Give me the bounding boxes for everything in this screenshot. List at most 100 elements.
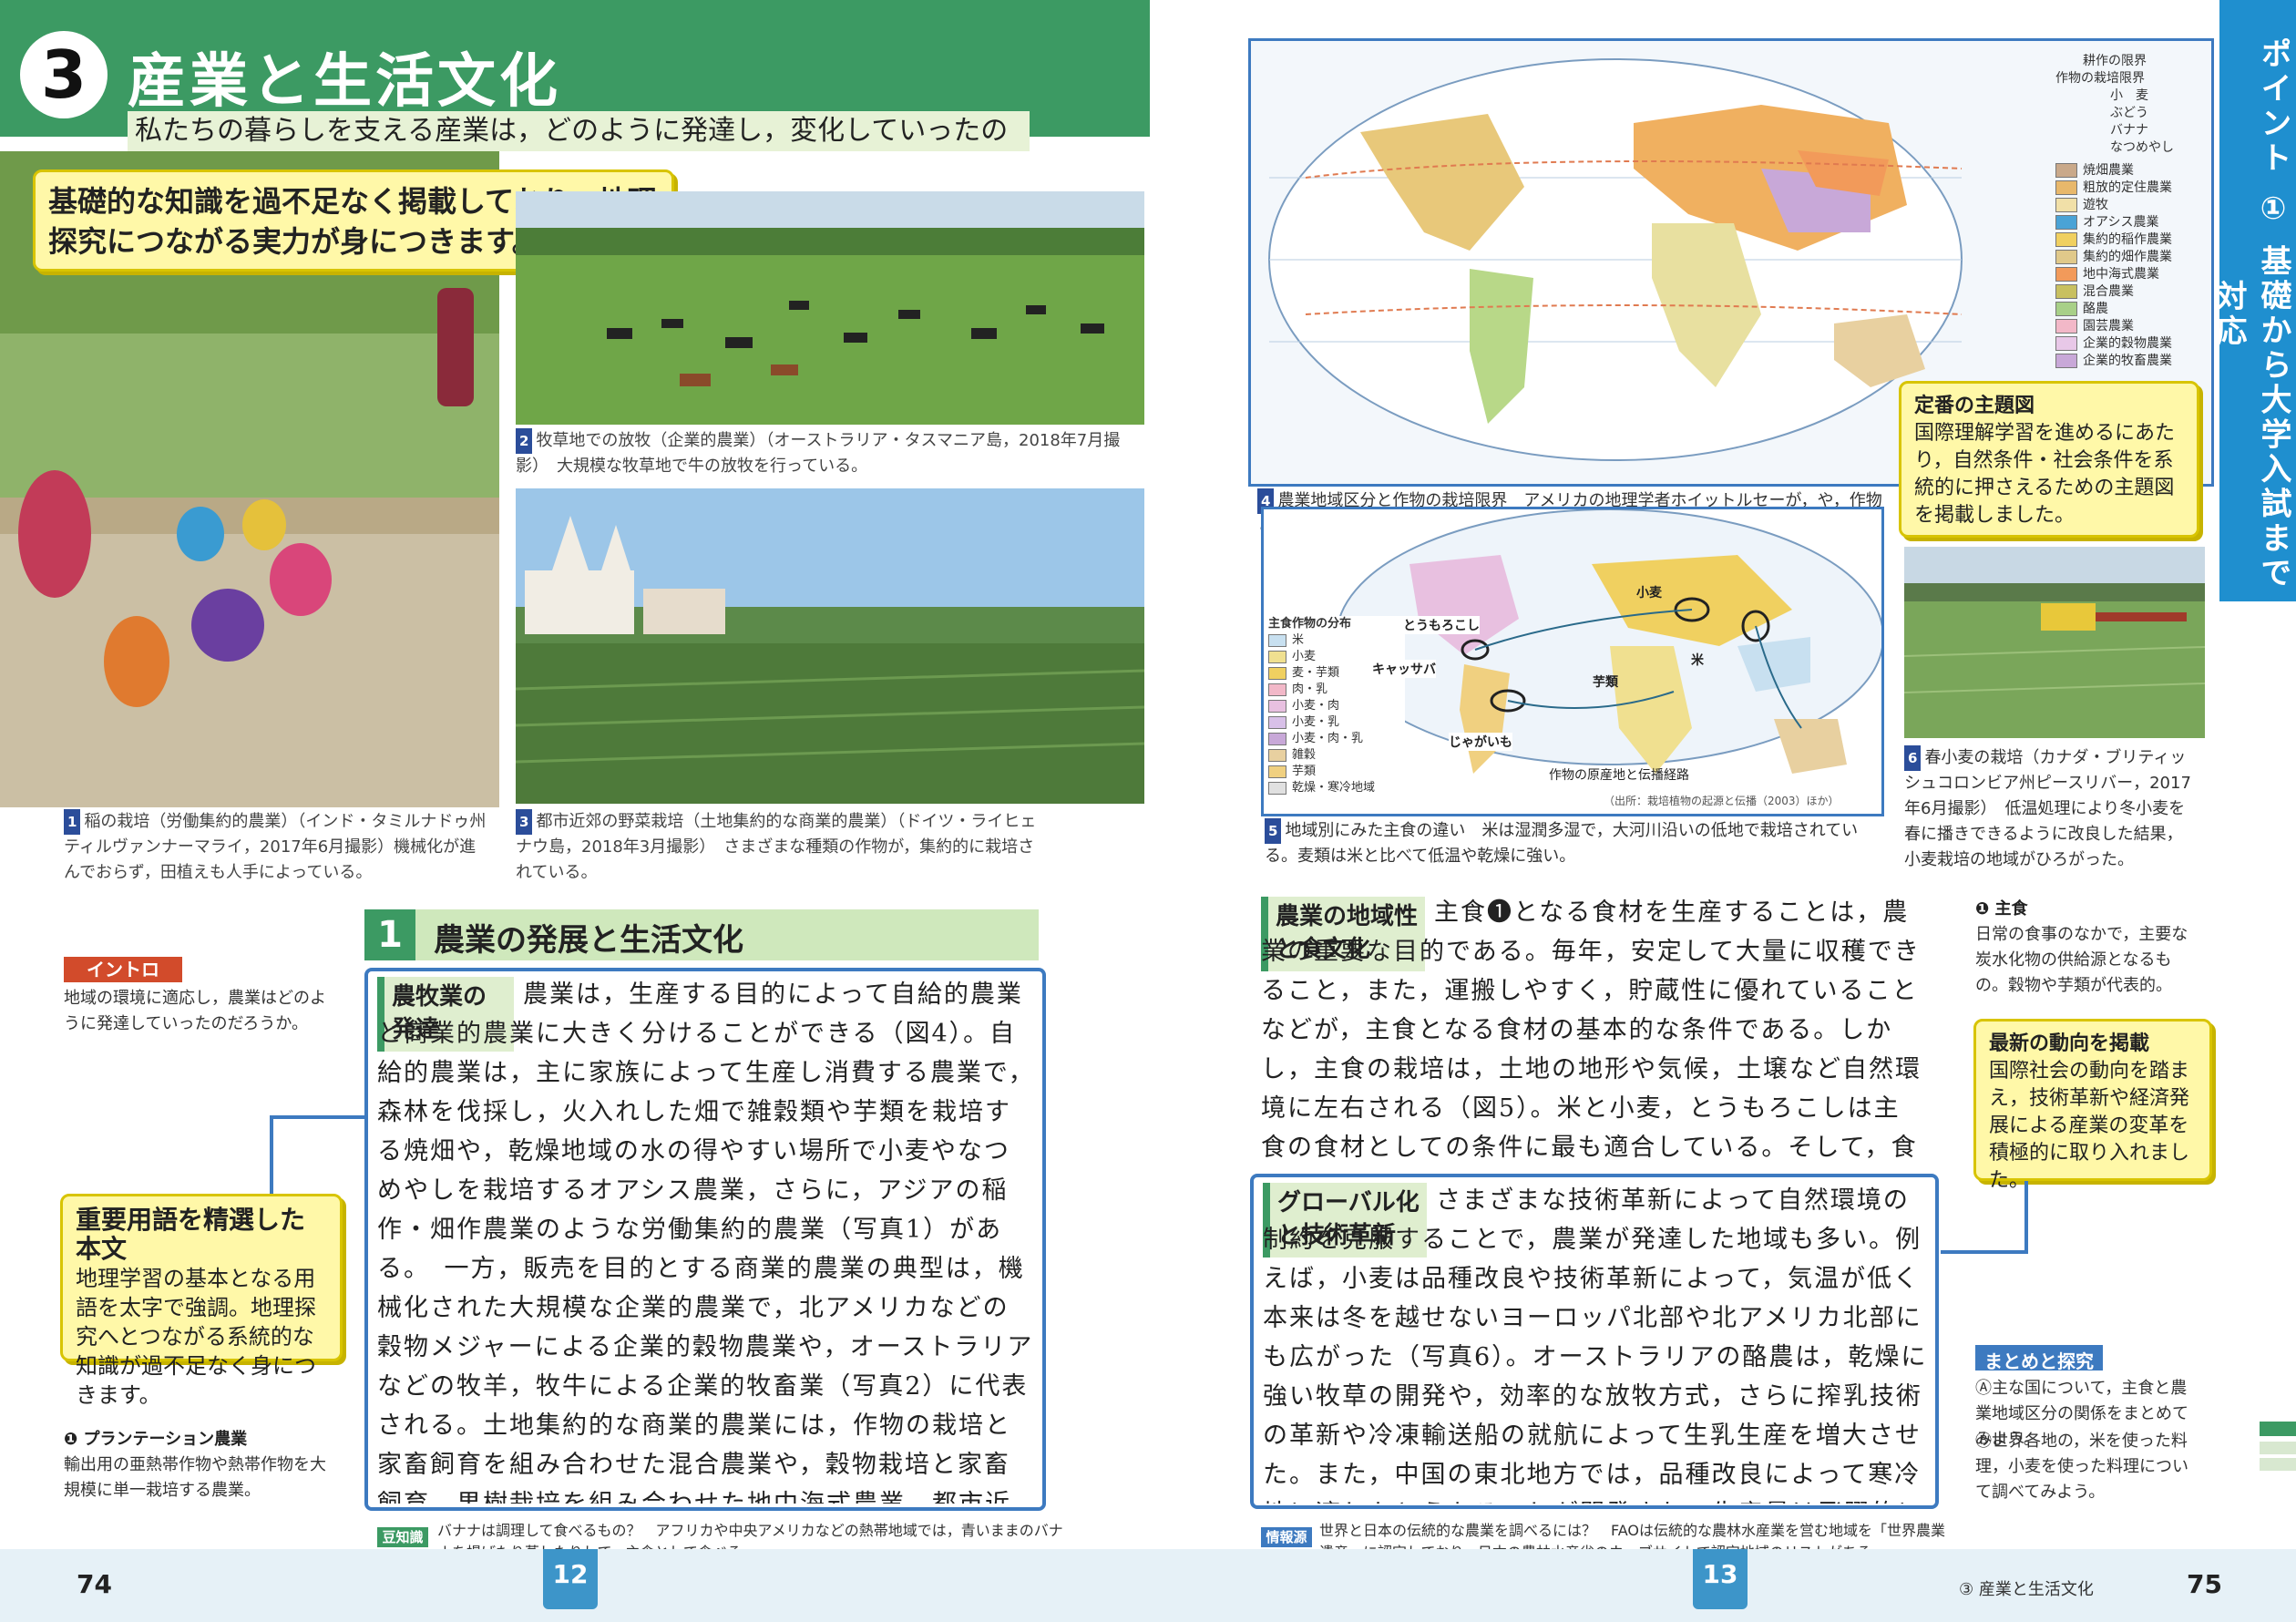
map2-legend-item: 雑穀	[1268, 747, 1405, 764]
caption-photo-1-text: 稲の栽培（労働集約的農業）（インド・タミルナドゥ州ティルヴァンナーマライ，201…	[64, 812, 487, 882]
map1-legend-items: 焼畑農業 粗放的定住農業 遊牧 オアシス農業 集約的稲作農業 集約的畑作農業 地中海式農業混…	[2055, 162, 2210, 370]
legend-swatch	[1268, 765, 1286, 778]
legend-swatch	[2055, 180, 2077, 195]
footer-chapter-title: ③ 産業と生活文化	[1959, 1580, 2094, 1599]
map1-legend-item: オアシス農業	[2055, 214, 2210, 231]
map1-legend-item: 混合農業	[2055, 283, 2210, 301]
legend-swatch	[1268, 633, 1286, 647]
map2-legend: 主食作物の分布 米小麦 麦・芋類 肉・乳 小麦・肉 小麦・乳 小麦・肉・乳 雑穀 芋類 乾燥・寒…	[1268, 616, 1405, 807]
legend-swatch	[1268, 715, 1286, 729]
connector-line	[1941, 1250, 2028, 1254]
note-plantation-title: ❶ プランテーション農業	[64, 1430, 248, 1449]
legend-swatch	[2055, 267, 2077, 282]
matome-a: Ⓐ主な国について，主食と農業地域区分の関係をまとめてみよう。	[1975, 1379, 2188, 1449]
matome-label: まとめと探究	[1975, 1345, 2103, 1372]
map2-legend-item: 米	[1268, 632, 1405, 649]
map2-label-taro-africa: 芋類	[1593, 675, 1618, 690]
legend-swatch	[1268, 666, 1286, 680]
map2-legend-title: 主食作物の分布	[1268, 617, 1352, 631]
map1-legend-line-4: なつめやし	[2110, 140, 2174, 155]
side-index-tab	[2260, 1458, 2296, 1471]
chapter-question: 私たちの暮らしを支える産業は，どのように発達し，変化していったのだろうか？	[128, 111, 1030, 187]
caption-photo-6-text: 春小麦の栽培（カナダ・ブリティッシュコロンビア州ピースリバー，2017年6月撮影…	[1904, 748, 2191, 869]
map-5-badge: 5	[1265, 818, 1282, 844]
legend-swatch	[1268, 699, 1286, 713]
map2-legend-item: 肉・乳	[1268, 682, 1405, 698]
side-tab-point: ポイント ① 基礎から大学入試まで対応	[2210, 0, 2296, 601]
map1-legend-line-2: ぶどう	[2110, 106, 2148, 120]
matome-b: Ⓑ世界各地の，米を使った料理，小麦を使った料理について調べてみよう。	[1975, 1432, 2188, 1502]
section-title: 農業の発展と生活文化	[434, 922, 743, 959]
legend-swatch	[1268, 650, 1286, 663]
map2-label-corn: とうもろこし	[1403, 616, 1480, 634]
right-body-text-1: 主食❶となる食材を生産することは，農業の重要な目的である。毎年，安定して大量に収…	[1261, 898, 1922, 1162]
legend-swatch	[2055, 284, 2077, 299]
photo-1-badge: 1	[64, 809, 81, 835]
note-staple-text: 日常の食事のなかで，主要な炭水化物の供給源となるもの。穀物や芋類が代表的。	[1975, 925, 2188, 995]
map1-legend-item: 遊牧	[2055, 197, 2210, 214]
connector-line	[270, 1115, 273, 1199]
map1-legend-item: 焼畑農業	[2055, 162, 2210, 180]
callout-terms: 重要用語を精選した本文 地理学習の基本となる用語を太字で強調。地理探究へとつなが…	[60, 1194, 343, 1408]
map1-legend-limit: 耕作の限界	[2083, 54, 2147, 68]
legend-swatch	[1268, 748, 1286, 762]
map1-legend-line-1: 小 麦	[2110, 88, 2148, 103]
photo-2-badge: 2	[516, 428, 533, 454]
map1-legend-item: 集約的畑作農業	[2055, 249, 2210, 266]
page-number-left: 74	[77, 1569, 112, 1599]
map1-legend-crop: 作物の栽培限界	[2055, 71, 2145, 86]
legend-swatch	[2055, 250, 2077, 264]
map2-label-rice: 米	[1691, 653, 1704, 668]
photo-vegetable-field	[516, 488, 1144, 804]
footer-bar	[0, 1549, 2296, 1622]
legend-swatch	[2055, 232, 2077, 247]
callout-trend-body: 国際社会の動向を踏まえ，技術革新や経済発展による産業の変革を積極的に取り入れまし…	[1989, 1060, 2190, 1192]
side-index-tab	[2260, 1422, 2296, 1436]
callout-trend: 最新の動向を掲載 国際社会の動向を踏まえ，技術革新や経済発展による産業の変革を積…	[1973, 1019, 2212, 1192]
caption-photo-2-text: 牧草地での放牧（企業的農業）（オーストラリア・タスマニア島，2018年7月撮影）…	[516, 431, 1121, 476]
page-tab-right: 13	[1693, 1549, 1748, 1609]
map2-legend-items: 米小麦 麦・芋類 肉・乳 小麦・肉 小麦・乳 小麦・肉・乳 雑穀 芋類 乾燥・寒冷地域	[1268, 632, 1405, 796]
chapter-number: 3	[20, 31, 108, 118]
connector-line	[270, 1115, 364, 1119]
legend-swatch	[2055, 319, 2077, 334]
map1-legend-item: 地中海式農業	[2055, 266, 2210, 283]
legend-swatch	[2055, 163, 2077, 178]
photo-3-badge: 3	[516, 809, 533, 835]
legend-swatch	[2055, 336, 2077, 351]
map2-source: （出所：栽培植物の起源と伝播（2003）ほか）	[1604, 795, 1840, 807]
callout-map-body: 国際理解学習を進めるにあたり，自然条件・社会条件を系統的に押さえるための主題図を…	[1914, 422, 2176, 527]
callout-map-title: 定番の主題図	[1914, 395, 2035, 417]
legend-swatch	[2055, 302, 2077, 316]
connector-line	[2024, 1181, 2028, 1254]
caption-photo-3: 3 都市近郊の野菜栽培（土地集約的な商業的農業）（ドイツ・ライヒェナウ島，2018…	[516, 809, 1044, 886]
note-staple: ❶ 主食 日常の食事のなかで，主要な炭水化物の供給源となるもの。穀物や芋類が代表…	[1975, 897, 2203, 997]
callout-map: 定番の主題図 国際理解学習を進めるにあたり，自然条件・社会条件を系統的に押さえる…	[1899, 381, 2199, 538]
intro-text: 地域の環境に適応し，農業はどのように発達していったのだろうか。	[64, 989, 326, 1033]
note-staple-title: ❶ 主食	[1975, 899, 2028, 919]
section-number: 1	[364, 909, 415, 960]
map1-legend-item: 園芸農業	[2055, 318, 2210, 335]
caption-photo-3-text: 都市近郊の野菜栽培（土地集約的な商業的農業）（ドイツ・ライヒェナウ島，2018年…	[516, 812, 1037, 882]
map1-legend-item: 粗放的定住農業	[2055, 180, 2210, 197]
map2-legend-item: 小麦・乳	[1268, 714, 1405, 731]
photo-spring-wheat	[1904, 547, 2205, 738]
right-body-text-2: さまざまな技術革新によって自然環境の制約を克服することで，農業が発達した地域も多…	[1263, 1186, 1928, 1504]
map1-legend-item: 企業的牧畜農業	[2055, 353, 2210, 370]
map2-legend-item: 小麦・肉	[1268, 698, 1405, 714]
callout-terms-body: 地理学習の基本となる用語を太字で強調。地理探究へとつながる系統的な知識が過不足な…	[76, 1266, 316, 1408]
map1-legend-item: 企業的穀物農業	[2055, 335, 2210, 353]
intro-label: イントロ	[64, 957, 182, 982]
note-plantation-text: 輸出用の亜熱帯作物や熱帯作物を大規模に単一栽培する農業。	[64, 1455, 326, 1500]
map1-legend-item: 酪農	[2055, 301, 2210, 318]
callout-terms-title: 重要用語を精選した本文	[76, 1205, 306, 1264]
map2-legend-item: 小麦・肉・乳	[1268, 731, 1405, 747]
photo-cattle-grazing	[516, 191, 1144, 425]
legend-swatch	[2055, 215, 2077, 230]
side-index-tab	[2260, 1442, 2296, 1454]
map2-legend-item: 芋類	[1268, 764, 1405, 780]
caption-map-5-text: 地域別にみた主食の違い 米は湿潤多湿で，大河川沿いの低地で栽培されている。麦類は…	[1265, 821, 1859, 866]
callout-trend-title: 最新の動向を掲載	[1989, 1032, 2150, 1055]
caption-photo-1: 1 稲の栽培（労働集約的農業）（インド・タミルナドゥ州ティルヴァンナーマライ，20…	[64, 809, 492, 886]
legend-swatch	[2055, 354, 2077, 368]
